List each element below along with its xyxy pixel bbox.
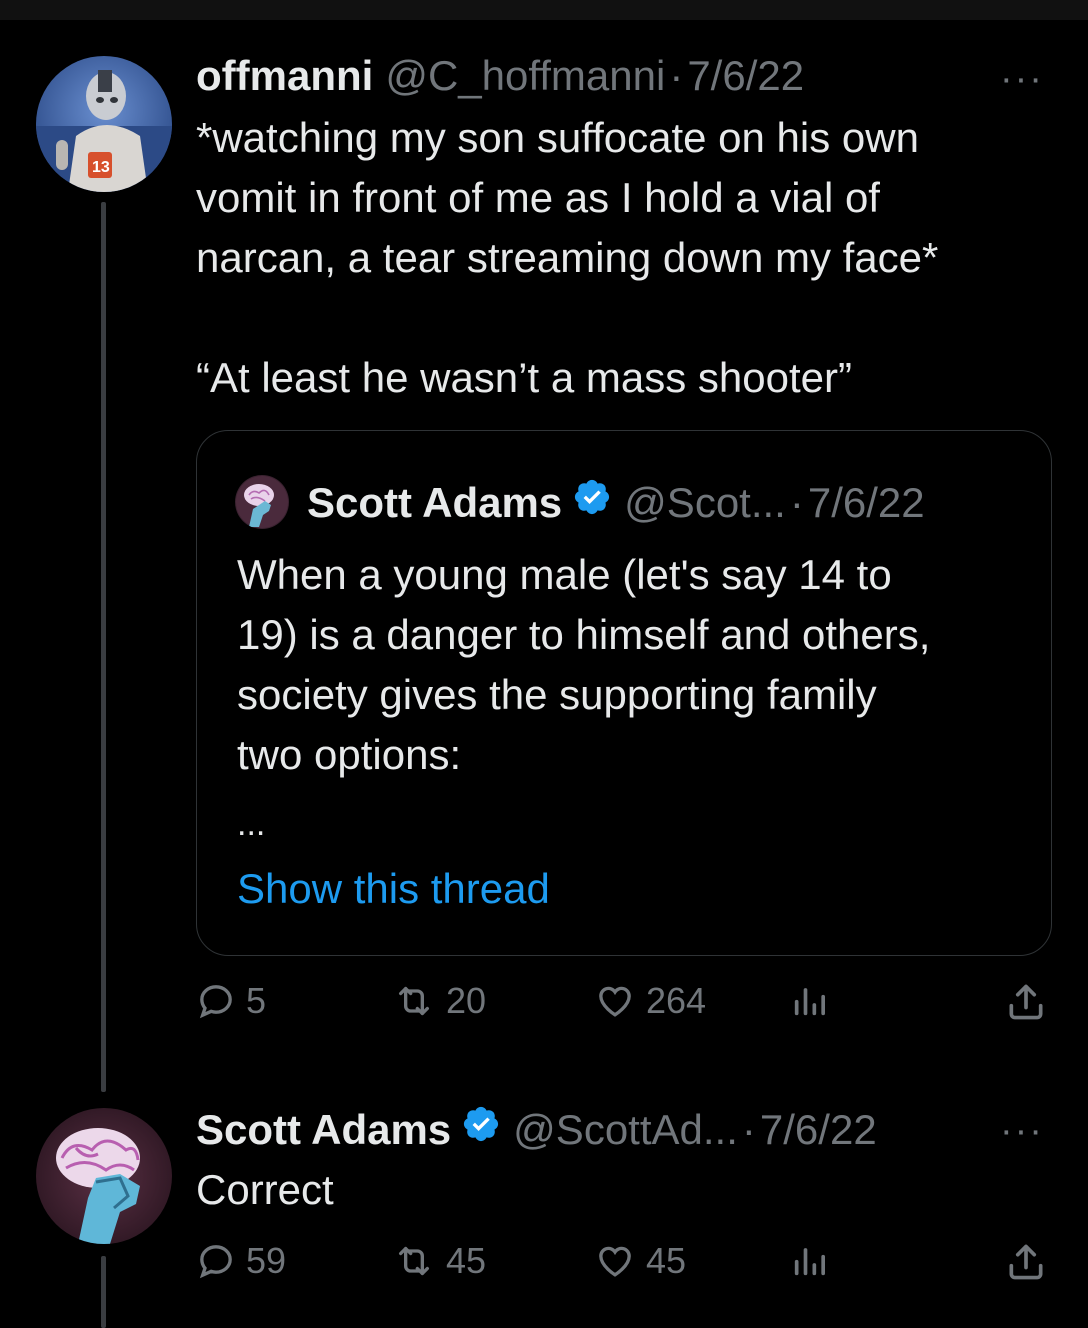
retweet-button[interactable]: 20: [392, 980, 486, 1022]
retweet-icon: [398, 1246, 429, 1276]
header-separator: ·: [669, 52, 684, 99]
reply-button[interactable]: 5: [196, 980, 266, 1022]
reply-count: 59: [246, 1240, 287, 1281]
tweet-date[interactable]: 7/6/22: [687, 52, 804, 100]
avatar-robot-image: 13: [36, 56, 172, 192]
reply-icon: [199, 985, 232, 1019]
share-icon: [1009, 1244, 1043, 1280]
quoted-author-name: Scott Adams: [307, 479, 563, 526]
quoted-tweet-card[interactable]: Scott Adams @Scot... · 7/6/22 When a you…: [196, 430, 1052, 956]
brain-head-avatar-image: [235, 475, 289, 529]
retweet-count: 45: [446, 1240, 487, 1281]
like-count: 264: [646, 980, 707, 1021]
tweet-header: Scott Adams @ScottAd... · 7/6/22: [196, 1104, 877, 1154]
svg-text:13: 13: [92, 159, 110, 176]
reply-icon: [199, 1245, 232, 1279]
views-button[interactable]: [790, 980, 830, 1020]
tweet-header: offmanni @C_hoffmanni · 7/6/22: [196, 52, 804, 100]
quoted-header-separator: ·: [789, 479, 804, 526]
header-separator: ·: [741, 1106, 756, 1153]
quoted-author-avatar: [235, 475, 289, 529]
verified-badge-icon: [464, 1106, 499, 1142]
retweet-icon: [398, 986, 429, 1016]
like-icon: [599, 1246, 631, 1277]
like-button[interactable]: 45: [594, 1240, 686, 1282]
thread-connector-line-lower: [101, 1256, 106, 1328]
quoted-tweet-ellipsis: ...: [237, 805, 266, 843]
avatar-scott-adams[interactable]: [36, 1108, 172, 1244]
like-icon: [599, 986, 631, 1017]
author-handle[interactable]: @ScottAd...: [513, 1106, 738, 1154]
author-name[interactable]: offmanni: [196, 52, 373, 100]
more-icon[interactable]: ···: [1000, 60, 1044, 98]
retweet-count: 20: [446, 980, 487, 1021]
reply-count: 5: [246, 980, 267, 1021]
reply-button[interactable]: 59: [196, 1240, 286, 1282]
views-button[interactable]: [790, 1240, 830, 1280]
share-button[interactable]: [1004, 1240, 1048, 1284]
like-count: 45: [646, 1240, 687, 1281]
author-handle[interactable]: @C_hoffmanni: [385, 52, 665, 100]
quoted-author-handle: @Scot...: [624, 479, 786, 526]
views-icon: [794, 1248, 825, 1276]
show-this-thread-link[interactable]: Show this thread: [237, 859, 550, 919]
tweet-action-bar: 59 45 45: [196, 1240, 1056, 1292]
quoted-tweet-text: When a young male (let's say 14 to 19) i…: [237, 551, 931, 778]
quoted-tweet-header: Scott Adams @Scot... · 7/6/22: [307, 477, 925, 527]
status-bar-strip: [0, 0, 1088, 20]
tweet-text: Correct: [196, 1166, 334, 1213]
like-button[interactable]: 264: [594, 980, 706, 1022]
tweet-text: *watching my son suffocate on his own vo…: [196, 114, 939, 401]
quoted-tweet-date: 7/6/22: [807, 479, 925, 526]
tweet-action-bar: 5 20 264: [196, 980, 1056, 1032]
views-icon: [794, 988, 825, 1016]
tweet-date[interactable]: 7/6/22: [760, 1106, 877, 1154]
share-icon: [1009, 984, 1043, 1020]
thread-connector-line: [101, 202, 106, 1092]
verified-badge-icon: [575, 479, 610, 515]
share-button[interactable]: [1004, 980, 1048, 1024]
avatar-offmanni[interactable]: 13: [36, 56, 172, 192]
more-icon[interactable]: ···: [1000, 1112, 1044, 1150]
brain-head-avatar-image: [36, 1108, 172, 1244]
author-name[interactable]: Scott Adams: [196, 1106, 451, 1154]
retweet-button[interactable]: 45: [392, 1240, 486, 1282]
